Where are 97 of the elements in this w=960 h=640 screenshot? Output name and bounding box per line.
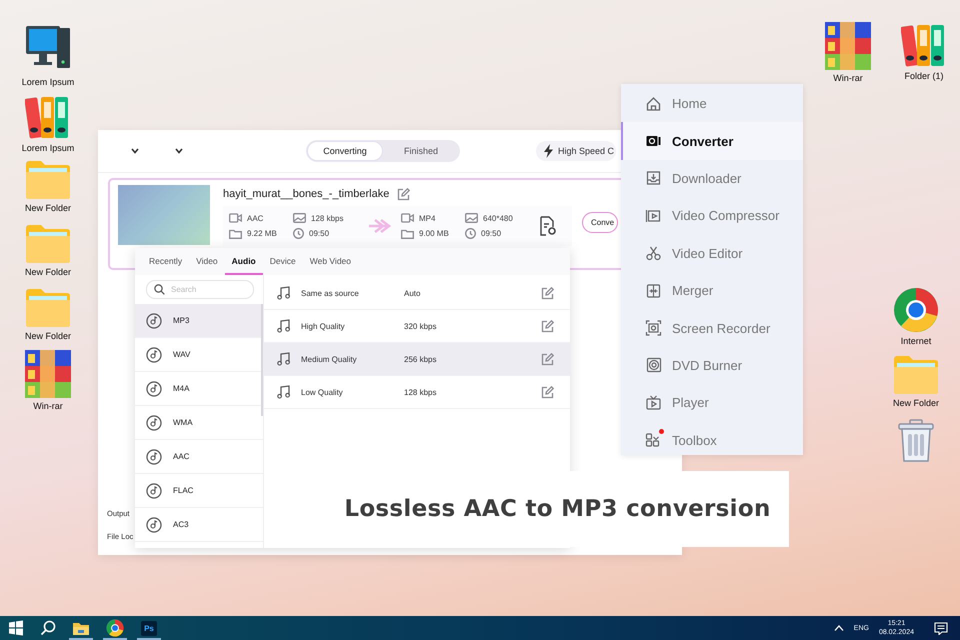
format-tab[interactable]: Web Video [302, 248, 358, 275]
menu-item[interactable]: Screen Recorder [621, 309, 803, 347]
desktop-icon-label[interactable]: Lorem Ipsum [22, 143, 74, 153]
desktop-icon-label[interactable]: Lorem Ipsum [22, 77, 74, 87]
menu-item[interactable]: Converter [621, 122, 803, 160]
desktop-icon-label[interactable]: New Folder [24, 203, 71, 213]
edit-icon[interactable] [541, 352, 554, 366]
desktop-icon-label[interactable]: New Folder [24, 267, 71, 277]
menu-item[interactable]: Downloader [621, 160, 803, 198]
search-icon [154, 284, 165, 295]
music-note-icon [277, 385, 291, 399]
format-tab[interactable]: Audio [224, 248, 263, 275]
file-meta-text: 9.00 MB [419, 229, 449, 238]
desktop-icon-label[interactable]: New Folder [24, 331, 71, 341]
file-meta-text: 640*480 [483, 214, 513, 222]
format-item[interactable]: MP3 [135, 304, 263, 338]
image-icon [293, 213, 306, 223]
preset-row[interactable]: Low Quality 128 kbps [264, 376, 570, 409]
audio-format-icon [146, 516, 162, 532]
chevron-down-icon[interactable] [131, 148, 139, 154]
file-settings-icon[interactable] [539, 216, 557, 236]
merge-icon [645, 282, 662, 299]
scissors-icon [645, 245, 662, 262]
desktop-icon-label[interactable]: Win-rar [833, 73, 863, 83]
music-note-icon [277, 352, 291, 366]
menu-item[interactable]: Toolbox [621, 422, 803, 459]
file-meta-text: 128 kbps [311, 214, 344, 222]
archive-icon[interactable] [825, 22, 871, 70]
file-meta-text: 9.22 MB [247, 229, 277, 238]
file-name: hayit_murat__bones_-_timberlake [223, 188, 390, 200]
format-tab[interactable]: Video [189, 248, 225, 275]
audio-format-icon [146, 312, 162, 328]
binders-icon[interactable] [25, 94, 71, 140]
folder-icon[interactable] [72, 620, 90, 636]
audio-format-icon [146, 380, 162, 396]
format-item[interactable]: AC3 [135, 508, 263, 542]
desktop-icon-label[interactable]: Win-rar [33, 401, 63, 411]
preset-row[interactable]: Same as source Auto [264, 277, 570, 310]
video-camera-icon [229, 213, 242, 223]
desktop-icon-label[interactable]: Internet [900, 336, 932, 346]
start-icon[interactable] [8, 620, 24, 636]
folder-icon [229, 228, 242, 238]
menu-item[interactable]: Merger [621, 272, 803, 310]
file-meta-text: AAC [247, 214, 264, 222]
view-tab[interactable]: Finished [383, 141, 459, 161]
file-meta-text: 09:50 [309, 229, 330, 238]
image-icon [465, 213, 478, 223]
video-camera-icon [401, 213, 414, 223]
search-icon[interactable] [40, 620, 56, 636]
menu-item[interactable]: Player [621, 384, 803, 422]
menu-item[interactable]: Home [621, 85, 803, 122]
clock-icon [465, 228, 476, 239]
folder-icon [401, 228, 414, 238]
format-tab[interactable]: Device [262, 248, 303, 275]
desktop-icon-label[interactable]: Folder (1) [904, 71, 944, 81]
clock-icon [293, 228, 304, 239]
format-tab[interactable]: Recently [142, 248, 190, 275]
chevron-up-icon[interactable] [834, 625, 844, 631]
edit-icon[interactable] [541, 320, 554, 332]
trash-icon[interactable] [897, 419, 935, 463]
edit-icon[interactable] [541, 286, 554, 300]
view-tab[interactable]: Converting [307, 141, 383, 161]
desktop-icon-label[interactable]: New Folder [892, 398, 939, 408]
browser-icon[interactable] [106, 619, 124, 637]
file-meta-text: MP4 [419, 214, 436, 222]
high-speed-button[interactable]: High Speed C [536, 141, 616, 161]
audio-format-icon [146, 448, 162, 464]
menu-item[interactable]: Video Compressor [621, 197, 803, 235]
menu-item[interactable]: Video Editor [621, 234, 803, 272]
preset-row[interactable]: Medium Quality 256 kbps [264, 343, 570, 376]
search-field[interactable]: Search [146, 280, 254, 299]
home-icon [645, 96, 662, 112]
music-note-icon [277, 286, 291, 300]
notifications-icon[interactable] [934, 622, 948, 634]
edit-icon[interactable] [541, 386, 554, 398]
browser-icon[interactable] [893, 287, 939, 333]
format-item[interactable]: WMA [135, 406, 263, 440]
file-meta-text: 09:50 [481, 229, 502, 238]
lightning-icon [543, 144, 554, 158]
convert-button[interactable]: Conve [582, 212, 618, 233]
tv-play-icon [645, 394, 662, 411]
grid-icon [645, 432, 662, 448]
chevron-down-icon[interactable] [175, 148, 183, 154]
download-tray-icon [645, 170, 662, 186]
photoshop-app-icon[interactable]: Ps [141, 620, 157, 636]
menu-item[interactable]: DVD Burner [621, 346, 803, 384]
binders-icon[interactable] [901, 22, 947, 68]
audio-format-icon [146, 482, 162, 498]
music-note-icon [277, 319, 291, 333]
audio-format-icon [146, 346, 162, 362]
format-item[interactable]: AAC [135, 440, 263, 474]
archive-icon[interactable] [25, 350, 71, 398]
video-frame-icon [645, 208, 662, 224]
audio-format-icon [146, 414, 162, 430]
screen-record-icon [645, 320, 662, 336]
format-item[interactable]: FLAC [135, 474, 263, 508]
rename-icon[interactable] [397, 188, 410, 200]
